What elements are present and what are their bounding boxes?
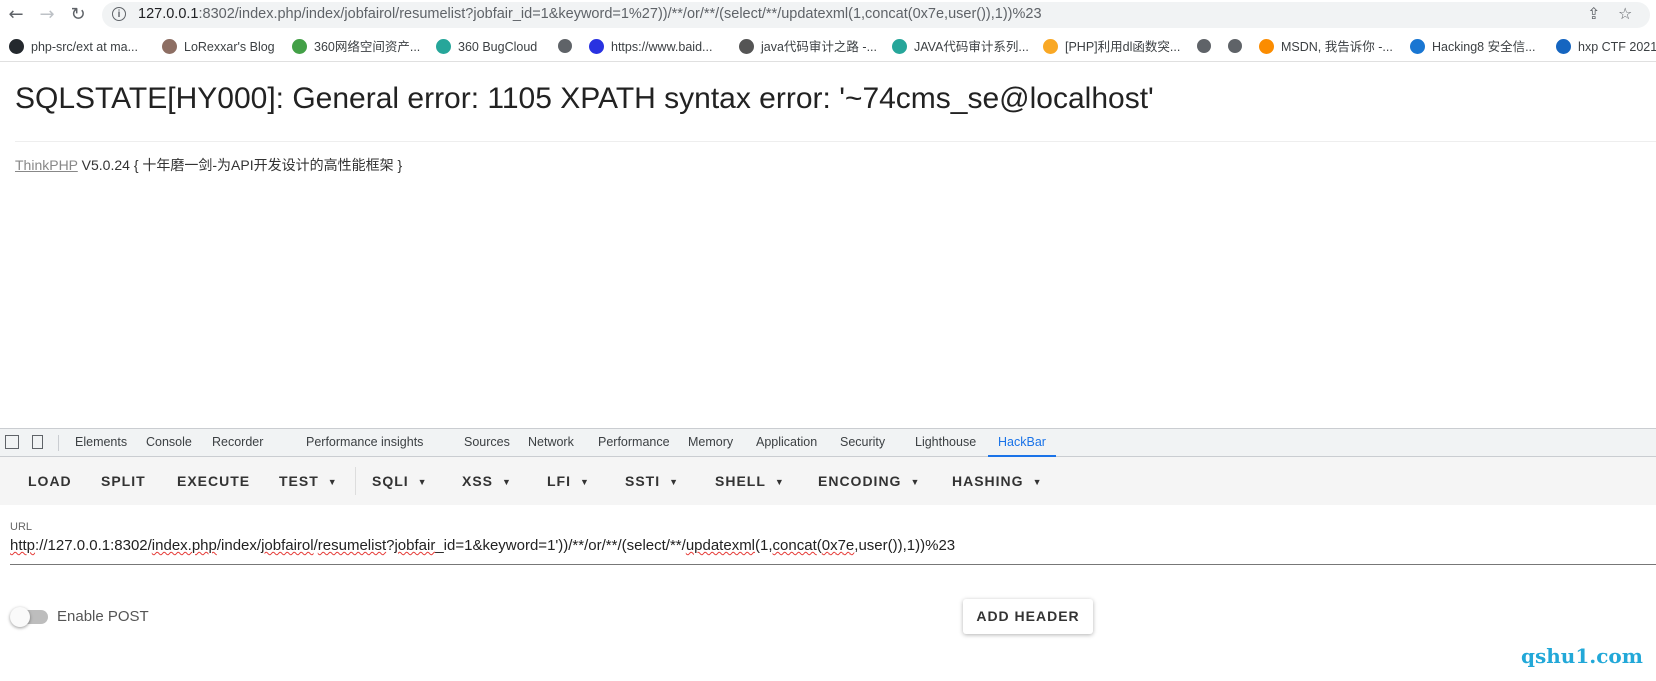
caret-down-icon: ▼ (1032, 477, 1043, 487)
tab-security[interactable]: Security (840, 429, 885, 456)
tab-performance[interactable]: Performance (598, 429, 670, 456)
tab-elements[interactable]: Elements (75, 429, 127, 456)
execute-button[interactable]: EXECUTE (177, 457, 250, 505)
lfi-menu-button[interactable]: LFI ▼ (547, 457, 590, 505)
thinkphp-link[interactable]: ThinkPHP (15, 157, 78, 173)
divider (58, 435, 59, 451)
framework-footer: ThinkPHP V5.0.24 { 十年磨一剑-为API开发设计的高性能框架 … (15, 155, 402, 175)
divider (355, 467, 356, 495)
caret-down-icon: ▼ (669, 477, 680, 487)
share-icon[interactable]: ⇪ (1587, 4, 1600, 23)
caret-down-icon: ▼ (327, 477, 338, 487)
bookmark-star-icon[interactable]: ☆ (1618, 4, 1632, 23)
blog-icon (162, 39, 177, 54)
test-menu-button[interactable]: TEST ▼ (279, 457, 338, 505)
tab-hackbar[interactable]: HackBar (988, 429, 1056, 457)
encoding-menu-button[interactable]: ENCODING ▼ (818, 457, 920, 505)
bookmark-item[interactable]: 360 BugCloud (436, 37, 537, 57)
tab-application[interactable]: Application (756, 429, 817, 456)
php-icon (1043, 39, 1058, 54)
devtools-panel: Elements Console Recorder Performance in… (0, 428, 1656, 681)
bookmark-item[interactable]: Hacking8 安全信... (1410, 37, 1536, 57)
xss-menu-button[interactable]: XSS ▼ (462, 457, 512, 505)
hacking8-icon (1410, 39, 1425, 54)
framework-version: V5.0.24 { 十年磨一剑-为API开发设计的高性能框架 } (77, 157, 403, 173)
enable-post-label: Enable POST (57, 608, 149, 625)
caret-down-icon: ▼ (774, 477, 785, 487)
inspect-element-icon[interactable] (5, 435, 19, 449)
bookmark-item[interactable]: hxp CTF 2021 (1556, 37, 1656, 57)
bookmark-item[interactable]: [PHP]利用dl函数突... (1043, 37, 1180, 57)
globe-icon[interactable] (558, 39, 572, 53)
sqli-menu-button[interactable]: SQLI ▼ (372, 457, 428, 505)
ssti-menu-button[interactable]: SSTI ▼ (625, 457, 679, 505)
bookmark-item[interactable]: https://www.baid... (589, 37, 712, 57)
tab-console[interactable]: Console (146, 429, 192, 456)
bugcloud-icon (436, 39, 451, 54)
browser-toolbar: ← → ↻ i 127.0.0.1:8302/index.php/index/j… (0, 0, 1656, 30)
article-icon (892, 39, 907, 54)
bookmarks-bar: php-src/ext at ma... LoRexxar's Blog 360… (0, 33, 1656, 62)
forward-arrow-icon[interactable]: → (36, 4, 58, 26)
ctf-icon (1556, 39, 1571, 54)
bookmark-item[interactable]: MSDN, 我告诉你 -... (1259, 37, 1393, 57)
bookmark-item[interactable]: php-src/ext at ma... (9, 37, 138, 57)
360-icon (292, 39, 307, 54)
add-header-button[interactable]: ADD HEADER (963, 599, 1093, 634)
caret-down-icon: ▼ (502, 477, 512, 487)
url-label: URL (10, 521, 33, 533)
tab-sources[interactable]: Sources (464, 429, 510, 456)
divider (15, 141, 1656, 142)
watermark: qshu1.com (1521, 644, 1643, 668)
caret-down-icon: ▼ (417, 477, 428, 487)
enable-post-toggle[interactable] (10, 607, 48, 627)
hashing-menu-button[interactable]: HASHING ▼ (952, 457, 1042, 505)
bookmark-item[interactable]: 360网络空间资产... (292, 37, 420, 57)
tab-recorder[interactable]: Recorder (212, 429, 263, 456)
tab-lighthouse[interactable]: Lighthouse (915, 429, 976, 456)
devtools-tabbar: Elements Console Recorder Performance in… (0, 429, 1656, 457)
msdn-icon (1259, 39, 1274, 54)
github-icon (9, 39, 24, 54)
url-input[interactable]: http://127.0.0.1:8302/index.php/index/jo… (10, 537, 955, 554)
address-url[interactable]: 127.0.0.1:8302/index.php/index/jobfairol… (138, 6, 1042, 22)
tab-network[interactable]: Network (528, 429, 574, 456)
back-arrow-icon[interactable]: ← (5, 4, 27, 26)
shell-menu-button[interactable]: SHELL ▼ (715, 457, 785, 505)
tab-performance-insights[interactable]: Performance insights (306, 429, 423, 456)
globe-icon[interactable] (1228, 39, 1242, 53)
split-button[interactable]: SPLIT (101, 457, 146, 505)
url-input-underline (10, 564, 1656, 565)
bookmark-item[interactable]: java代码审计之路 -... (739, 37, 877, 57)
toggle-knob (10, 607, 30, 627)
address-bar[interactable]: i 127.0.0.1:8302/index.php/index/jobfair… (102, 2, 1650, 28)
hackbar-toolbar: LOAD SPLIT EXECUTE TEST ▼ SQLI ▼ XSS ▼ LFI ▼… (0, 457, 1656, 505)
reload-icon[interactable]: ↻ (67, 4, 89, 26)
site-info-icon[interactable]: i (112, 7, 126, 21)
load-button[interactable]: LOAD (28, 457, 72, 505)
baidu-icon (589, 39, 604, 54)
tab-memory[interactable]: Memory (688, 429, 733, 456)
error-title: SQLSTATE[HY000]: General error: 1105 XPA… (15, 82, 1154, 115)
caret-down-icon: ▼ (910, 477, 921, 487)
globe-icon[interactable] (1197, 39, 1211, 53)
bookmark-item[interactable]: LoRexxar's Blog (162, 37, 275, 57)
java-icon (739, 39, 754, 54)
caret-down-icon: ▼ (580, 477, 590, 487)
bookmark-item[interactable]: JAVA代码审计系列... (892, 37, 1029, 57)
device-toggle-icon[interactable] (32, 435, 43, 449)
